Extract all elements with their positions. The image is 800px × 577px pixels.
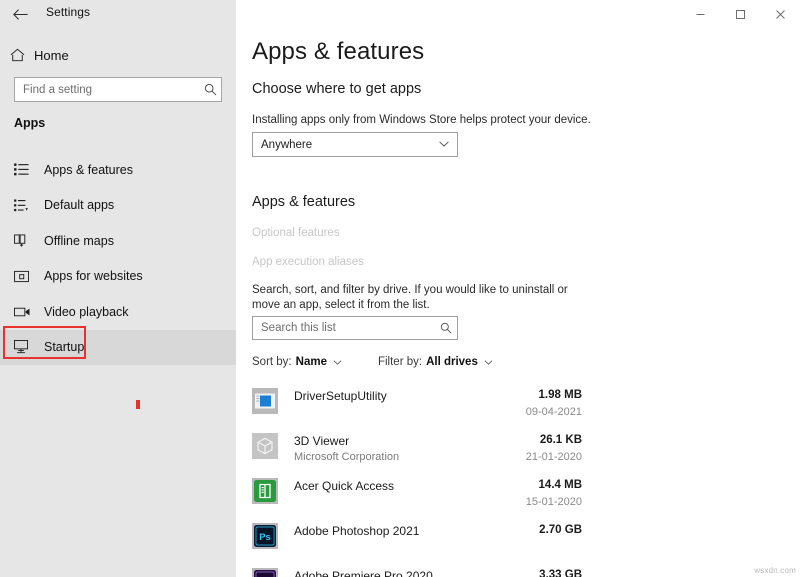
sidebar-item-startup-label: Startup xyxy=(44,340,84,354)
sidebar-nav-list: Apps & features Default apps xyxy=(0,152,236,365)
map-icon xyxy=(14,234,44,247)
sidebar-item-offline-maps[interactable]: Offline maps xyxy=(0,223,236,259)
sidebar-item-home-label: Home xyxy=(34,48,69,63)
list-description: Search, sort, and filter by drive. If yo… xyxy=(252,283,597,313)
maximize-button[interactable] xyxy=(720,0,760,28)
sidebar-section-title: Apps xyxy=(14,116,45,130)
search-icon xyxy=(199,83,221,96)
sidebar-item-offline-maps-label: Offline maps xyxy=(44,234,114,248)
sidebar-titlebar: Settings xyxy=(0,0,236,27)
app-list-search-input[interactable] xyxy=(253,322,435,334)
sidebar-item-apps-features-label: Apps & features xyxy=(44,163,133,177)
list-item[interactable]: Ps Adobe Photoshop 2021 2.70 GB xyxy=(252,517,800,562)
sidebar-item-startup[interactable]: Startup xyxy=(0,330,236,366)
sidebar-item-video-playback[interactable]: Video playback xyxy=(0,294,236,330)
list-filters: Sort by: Name Filter by: All drives xyxy=(252,356,493,368)
close-button[interactable] xyxy=(760,0,800,28)
app-title: Settings xyxy=(46,5,90,19)
sort-by-label: Sort by: xyxy=(252,356,292,368)
search-icon xyxy=(435,322,457,334)
website-apps-icon xyxy=(14,270,44,283)
monitor-icon xyxy=(14,340,44,354)
watermark: wsxdn.com xyxy=(754,566,796,575)
sidebar-item-default-apps[interactable]: Default apps xyxy=(0,188,236,224)
list-icon xyxy=(14,163,44,176)
sort-by-value: Name xyxy=(296,356,327,368)
window-controls xyxy=(680,0,800,28)
list-item[interactable]: Pr Adobe Premiere Pro 2020 3.33 GB xyxy=(252,562,800,577)
list-item[interactable]: 3D Viewer Microsoft Corporation 26.1 KB … xyxy=(252,427,800,472)
default-apps-icon xyxy=(14,199,44,212)
back-arrow-icon[interactable] xyxy=(8,4,32,24)
chevron-down-icon xyxy=(484,357,493,367)
app-list-search-box[interactable] xyxy=(252,316,458,340)
filter-by-label: Filter by: xyxy=(378,356,422,368)
settings-window: Settings Home Apps xyxy=(0,0,800,577)
settings-search-box[interactable] xyxy=(14,77,222,102)
app-size: 1.98 MB xyxy=(252,389,582,401)
list-item[interactable]: DriverSetupUtility 1.98 MB 09-04-2021 xyxy=(252,382,800,427)
sidebar-item-home[interactable]: Home xyxy=(0,42,236,68)
choose-source-description: Installing apps only from Windows Store … xyxy=(252,113,652,128)
sidebar-item-apps-features[interactable]: Apps & features xyxy=(0,152,236,188)
app-date: 15-01-2020 xyxy=(252,496,582,508)
app-size: 14.4 MB xyxy=(252,479,582,491)
sort-by-dropdown[interactable]: Sort by: Name xyxy=(252,356,342,368)
page-title: Apps & features xyxy=(252,38,424,66)
app-size: 2.70 GB xyxy=(252,524,582,536)
app-source-select[interactable]: Anywhere xyxy=(252,132,458,157)
sidebar-item-video-playback-label: Video playback xyxy=(44,305,129,319)
chevron-down-icon xyxy=(333,357,342,367)
minimize-button[interactable] xyxy=(680,0,720,28)
chevron-down-icon xyxy=(439,139,449,150)
sidebar-item-apps-for-websites[interactable]: Apps for websites xyxy=(0,259,236,295)
home-icon xyxy=(0,48,34,62)
list-item[interactable]: Acer Quick Access 14.4 MB 15-01-2020 xyxy=(252,472,800,517)
choose-source-heading: Choose where to get apps xyxy=(252,81,421,97)
app-date: 09-04-2021 xyxy=(252,406,582,418)
app-size: 26.1 KB xyxy=(252,434,582,446)
sidebar-item-apps-for-websites-label: Apps for websites xyxy=(44,269,143,283)
filter-by-dropdown[interactable]: Filter by: All drives xyxy=(378,356,493,368)
app-list: DriverSetupUtility 1.98 MB 09-04-2021 3D… xyxy=(252,382,800,577)
search-input[interactable] xyxy=(15,78,199,101)
app-execution-aliases-link[interactable]: App execution aliases xyxy=(252,256,364,268)
sidebar: Settings Home Apps xyxy=(0,0,236,577)
app-date: 21-01-2020 xyxy=(252,451,582,463)
apps-features-heading: Apps & features xyxy=(252,194,355,210)
optional-features-link[interactable]: Optional features xyxy=(252,227,340,239)
red-dot-annotation xyxy=(136,400,140,409)
main-content: Apps & features Choose where to get apps… xyxy=(236,0,800,577)
sidebar-item-default-apps-label: Default apps xyxy=(44,198,114,212)
video-icon xyxy=(14,306,44,318)
app-source-value: Anywhere xyxy=(261,139,439,151)
filter-by-value: All drives xyxy=(426,356,478,368)
app-size: 3.33 GB xyxy=(252,569,582,577)
